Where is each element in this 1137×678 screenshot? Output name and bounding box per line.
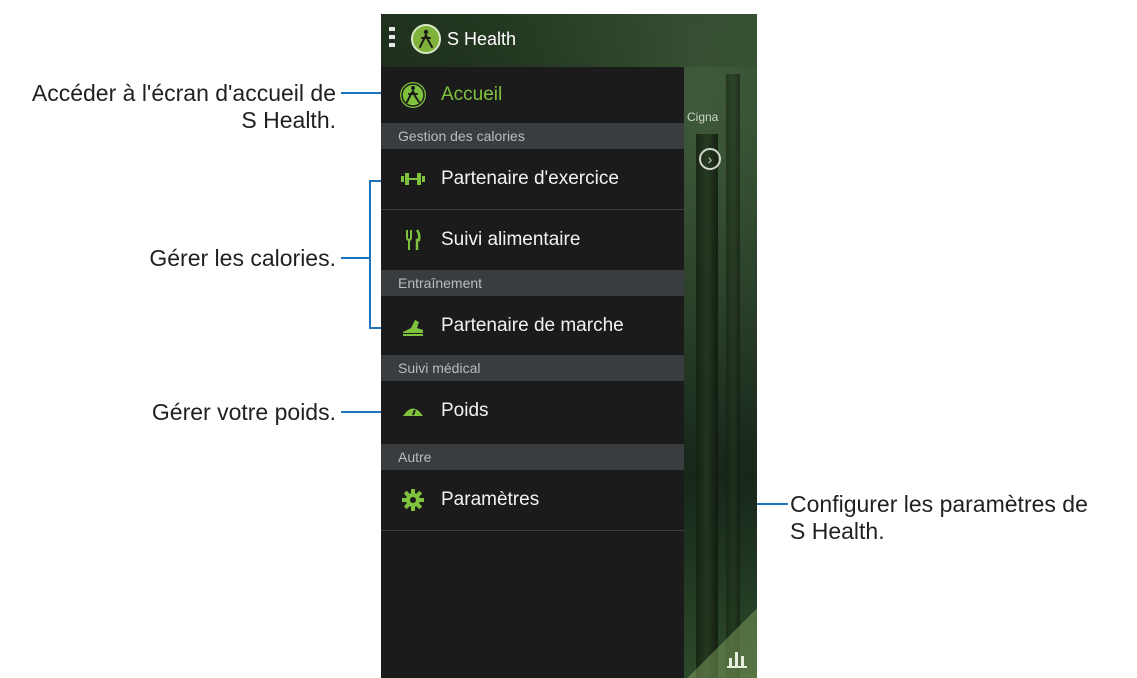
bar-chart-icon <box>727 652 747 668</box>
callout-weight: Gérer votre poids. <box>0 399 336 426</box>
callout-home-line1: Accéder à l'écran d'accueil de <box>31 80 336 106</box>
divider <box>381 530 684 531</box>
drawer-item-label: Paramètres <box>441 489 540 510</box>
section-header-other: Autre <box>381 444 684 470</box>
section-header-training: Entraînement <box>381 270 684 296</box>
dumbbell-icon <box>395 161 431 197</box>
walking-person-icon <box>395 77 431 113</box>
background-tree <box>696 134 718 678</box>
drawer-item-label: Suivi alimentaire <box>441 229 581 250</box>
fork-knife-icon <box>395 222 431 258</box>
callout-home-line2: S Health. <box>241 107 336 133</box>
callout-settings-line2: S Health. <box>790 518 885 544</box>
app-title: S Health <box>447 29 517 49</box>
section-header-calories: Gestion des calories <box>381 123 684 149</box>
leader-calories <box>341 257 369 259</box>
drawer-item-settings[interactable]: Paramètres <box>381 472 684 528</box>
drawer-item-exercise-partner[interactable]: Partenaire d'exercice <box>381 151 684 207</box>
app-header: S Health <box>381 14 757 67</box>
drawer-item-label: Partenaire d'exercice <box>441 168 619 189</box>
phone-screen: S Health Cigna › Accueil Gestion des cal… <box>381 14 757 678</box>
drawer-item-label: Partenaire de marche <box>441 315 624 336</box>
drawer-item-home[interactable]: Accueil <box>381 67 684 123</box>
callout-settings: Configurer les paramètres de S Health. <box>790 491 1137 545</box>
callout-settings-line1: Configurer les paramètres de <box>790 491 1088 517</box>
callout-home: Accéder à l'écran d'accueil de S Health. <box>0 80 336 134</box>
weight-scale-icon <box>395 393 431 429</box>
background-tree <box>726 74 740 678</box>
gear-icon <box>395 482 431 518</box>
drawer-item-label: Accueil <box>441 84 503 105</box>
callout-calories: Gérer les calories. <box>0 245 336 272</box>
callout-calories-text: Gérer les calories. <box>149 245 336 271</box>
chevron-right-icon[interactable]: › <box>699 148 721 170</box>
graph-corner-button[interactable] <box>687 608 757 678</box>
menu-icon[interactable] <box>389 27 395 51</box>
background-partial-text: Cigna <box>687 110 719 124</box>
drawer-item-walking-partner[interactable]: Partenaire de marche <box>381 298 684 354</box>
walking-shoe-icon <box>395 308 431 344</box>
callout-weight-text: Gérer votre poids. <box>151 399 336 425</box>
drawer-item-label: Poids <box>441 400 489 421</box>
divider <box>381 209 684 210</box>
s-health-logo-icon[interactable] <box>411 24 441 54</box>
section-header-medical: Suivi médical <box>381 355 684 381</box>
navigation-drawer: Accueil Gestion des calories Partenaire … <box>381 67 684 678</box>
drawer-item-weight[interactable]: Poids <box>381 383 684 439</box>
drawer-item-food-tracker[interactable]: Suivi alimentaire <box>381 212 684 268</box>
